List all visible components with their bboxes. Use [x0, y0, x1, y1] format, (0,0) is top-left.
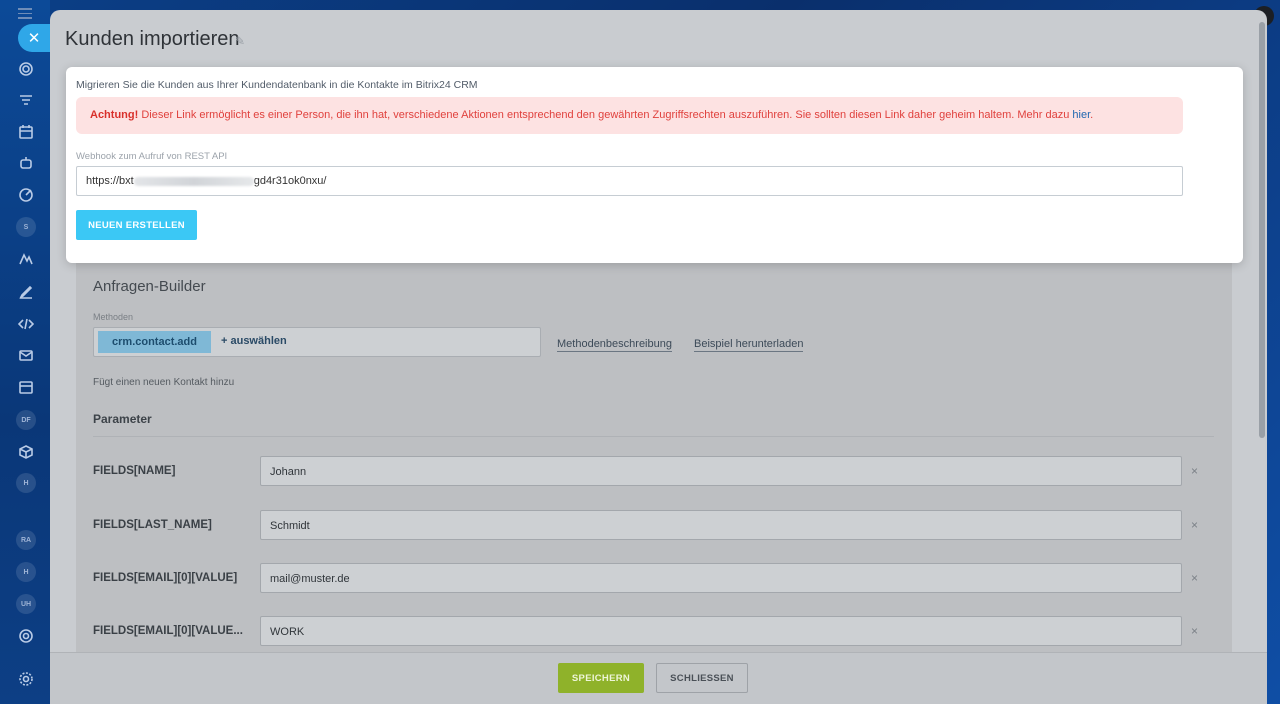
- method-description-text: Fügt einen neuen Kontakt hinzu: [93, 377, 235, 388]
- box-icon[interactable]: [17, 443, 35, 461]
- parameter-row: FIELDS[EMAIL][0][VALUE... WORK ×: [93, 616, 1214, 648]
- webhook-card: Migrieren Sie die Kunden aus Ihrer Kunde…: [66, 67, 1243, 263]
- parameter-value-input[interactable]: WORK: [260, 616, 1182, 646]
- edit-title-pencil-icon[interactable]: ✎: [235, 34, 245, 48]
- methods-label: Methoden: [93, 312, 134, 322]
- rail-avatar[interactable]: RA: [16, 530, 36, 550]
- footer-bar: SPEICHERN SCHLIESSEN: [50, 652, 1267, 704]
- target-icon[interactable]: [17, 186, 35, 204]
- robot-icon[interactable]: [17, 154, 35, 172]
- remove-parameter-icon[interactable]: ×: [1191, 571, 1198, 585]
- download-example-link[interactable]: Beispiel herunterladen: [694, 338, 804, 352]
- divider: [93, 436, 1214, 437]
- rail-avatar[interactable]: S: [16, 217, 36, 237]
- intro-text: Migrieren Sie die Kunden aus Ihrer Kunde…: [76, 79, 478, 91]
- remove-parameter-icon[interactable]: ×: [1191, 518, 1198, 532]
- select-method-button[interactable]: + auswählen: [221, 335, 287, 347]
- parameter-name: FIELDS[LAST_NAME]: [93, 519, 212, 531]
- rail-avatar[interactable]: H: [16, 562, 36, 582]
- webhook-label: Webhook zum Aufruf von REST API: [76, 151, 228, 162]
- rail-avatar[interactable]: UH: [16, 594, 36, 614]
- parameter-value-input[interactable]: Johann: [260, 456, 1182, 486]
- rail-avatar[interactable]: H: [16, 473, 36, 493]
- create-new-button[interactable]: NEUEN ERSTELLEN: [76, 210, 197, 240]
- left-rail: ✕ S DF H RA H UH: [0, 0, 50, 704]
- alert-text: Dieser Link ermöglicht es einer Person, …: [138, 109, 1073, 121]
- calendar-icon[interactable]: [17, 378, 35, 396]
- parameter-row: FIELDS[LAST_NAME] Schmidt ×: [93, 510, 1214, 542]
- webhook-url-prefix: https://bxt: [86, 175, 134, 187]
- warning-alert: Achtung! Dieser Link ermöglicht es einer…: [76, 97, 1183, 134]
- pen-icon[interactable]: [17, 283, 35, 301]
- close-slider-button[interactable]: ✕: [18, 24, 50, 52]
- save-button[interactable]: SPEICHERN: [558, 663, 644, 693]
- code-icon[interactable]: [17, 315, 35, 333]
- alert-strong: Achtung!: [90, 109, 139, 121]
- close-button[interactable]: SCHLIESSEN: [656, 663, 748, 693]
- parameters-heading: Parameter: [93, 412, 152, 426]
- parameter-row: FIELDS[NAME] Johann ×: [93, 456, 1214, 488]
- request-builder-section: Anfragen-Builder Methoden crm.contact.ad…: [76, 254, 1232, 664]
- webhook-url-suffix: gd4r31ok0nxu/: [253, 175, 327, 187]
- method-chip[interactable]: crm.contact.add: [98, 331, 211, 353]
- methods-selector[interactable]: crm.contact.add + auswählen: [93, 327, 541, 357]
- parameter-value-input[interactable]: Schmidt: [260, 510, 1182, 540]
- chart-icon[interactable]: [17, 250, 35, 268]
- funnel-icon[interactable]: [17, 92, 35, 110]
- rail-avatar[interactable]: DF: [16, 410, 36, 430]
- apps-icon[interactable]: [17, 627, 35, 645]
- menu-icon[interactable]: [18, 8, 32, 19]
- page-title: Kunden importieren: [65, 28, 240, 50]
- settings-gear-icon[interactable]: [17, 670, 35, 688]
- close-icon: ✕: [27, 30, 41, 47]
- redacted-blur: [133, 176, 254, 186]
- method-description-link[interactable]: Methodenbeschreibung: [557, 338, 672, 352]
- remove-parameter-icon[interactable]: ×: [1191, 464, 1198, 478]
- mail-icon[interactable]: [17, 346, 35, 364]
- activity-stream-icon[interactable]: [17, 60, 35, 78]
- scrollbar[interactable]: [1259, 22, 1265, 438]
- webhook-url-field[interactable]: https://bxt gd4r31ok0nxu/: [76, 166, 1183, 196]
- parameter-name: FIELDS[EMAIL][0][VALUE]: [93, 572, 238, 584]
- parameter-name: FIELDS[NAME]: [93, 465, 176, 477]
- remove-parameter-icon[interactable]: ×: [1191, 624, 1198, 638]
- parameter-row: FIELDS[EMAIL][0][VALUE] mail@muster.de ×: [93, 563, 1214, 595]
- parameter-name: FIELDS[EMAIL][0][VALUE...: [93, 625, 243, 637]
- alert-link[interactable]: hier: [1072, 109, 1090, 121]
- builder-title: Anfragen-Builder: [93, 278, 206, 295]
- alert-end: .: [1090, 109, 1094, 121]
- parameter-value-input[interactable]: mail@muster.de: [260, 563, 1182, 593]
- calendar-grid-icon[interactable]: [17, 123, 35, 141]
